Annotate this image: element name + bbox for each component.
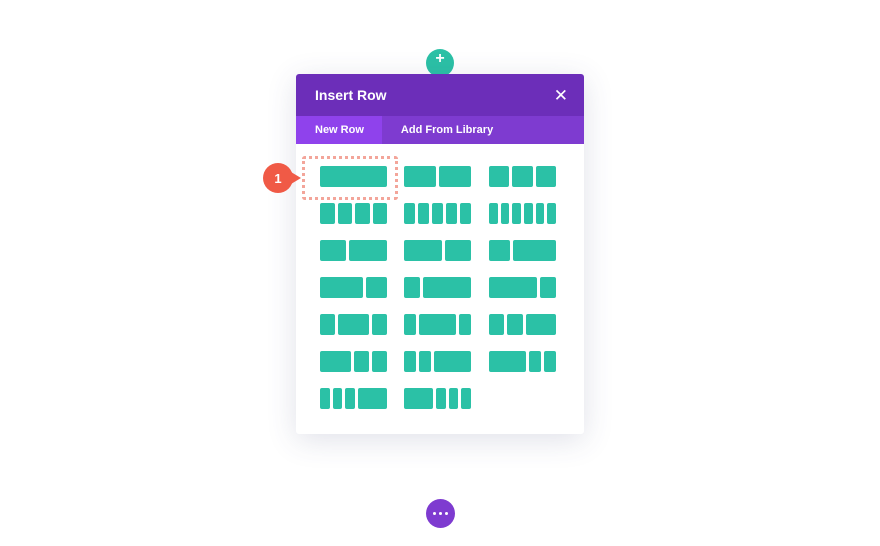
- row-layout-option[interactable]: [320, 351, 387, 372]
- callout-marker: 1: [263, 163, 301, 193]
- layout-column: [355, 203, 370, 224]
- layout-column: [507, 314, 523, 335]
- layout-column: [540, 277, 556, 298]
- layout-column: [418, 203, 429, 224]
- selection-highlight: [302, 156, 398, 200]
- layout-column: [371, 351, 387, 372]
- layout-column: [320, 351, 351, 372]
- layout-column: [439, 166, 471, 187]
- row-layout-option[interactable]: [320, 388, 387, 409]
- layout-column: [535, 203, 545, 224]
- layout-column: [432, 203, 443, 224]
- layout-column: [332, 388, 343, 409]
- row-layout-option[interactable]: [404, 314, 471, 335]
- ellipsis-dot: [445, 512, 448, 515]
- layout-column: [348, 240, 387, 261]
- layout-column: [489, 277, 537, 298]
- layout-column: [404, 351, 417, 372]
- tab-new-row[interactable]: New Row: [296, 116, 382, 144]
- layout-column: [547, 203, 556, 224]
- layout-column: [404, 203, 415, 224]
- layout-column: [461, 388, 471, 409]
- layout-column: [404, 240, 443, 261]
- layout-column: [500, 203, 510, 224]
- layout-column: [404, 388, 433, 409]
- layout-column: [419, 314, 456, 335]
- layout-column: [489, 203, 498, 224]
- row-layout-option[interactable]: [489, 166, 556, 187]
- layout-column: [353, 351, 369, 372]
- layout-column: [357, 388, 387, 409]
- layout-column: [372, 203, 387, 224]
- layout-column: [320, 240, 346, 261]
- layout-column: [489, 166, 510, 187]
- layout-column: [535, 166, 556, 187]
- layout-column: [404, 277, 420, 298]
- row-layout-option[interactable]: [489, 203, 556, 224]
- layout-column: [404, 166, 436, 187]
- layout-column: [528, 351, 541, 372]
- layout-column: [345, 388, 355, 409]
- layout-column: [458, 314, 471, 335]
- layout-column: [320, 314, 336, 335]
- modal-header: Insert Row ✕: [296, 74, 584, 116]
- layout-column: [448, 388, 459, 409]
- layout-column: [365, 277, 387, 298]
- layout-column: [489, 314, 505, 335]
- modal-title: Insert Row: [315, 87, 387, 103]
- layout-column: [543, 351, 556, 372]
- row-layout-option[interactable]: [489, 277, 556, 298]
- row-layout-option[interactable]: [404, 351, 471, 372]
- layout-column: [436, 388, 446, 409]
- layout-column: [404, 314, 417, 335]
- row-layout-option[interactable]: [404, 203, 471, 224]
- layout-column: [434, 351, 471, 372]
- layout-column: [371, 314, 387, 335]
- layout-column: [445, 240, 471, 261]
- row-layout-option[interactable]: [404, 240, 471, 261]
- layout-column: [512, 203, 521, 224]
- modal-tabs: New Row Add From Library: [296, 116, 584, 144]
- layout-column: [320, 203, 335, 224]
- tab-add-from-library[interactable]: Add From Library: [382, 116, 511, 144]
- row-layout-option[interactable]: [404, 277, 471, 298]
- row-layout-option[interactable]: [404, 388, 471, 409]
- layout-column: [446, 203, 457, 224]
- layout-column: [489, 240, 511, 261]
- ellipsis-dot: [439, 512, 442, 515]
- row-layout-option[interactable]: [320, 203, 387, 224]
- callout-number: 1: [274, 170, 282, 186]
- row-layout-option[interactable]: [489, 314, 556, 335]
- layout-column: [423, 277, 471, 298]
- layout-column: [338, 314, 369, 335]
- row-layout-option[interactable]: [404, 166, 471, 187]
- more-options-button[interactable]: [426, 499, 455, 528]
- insert-row-modal: Insert Row ✕ New Row Add From Library: [296, 74, 584, 434]
- layout-column: [512, 166, 533, 187]
- row-layout-option[interactable]: [489, 240, 556, 261]
- plus-icon: +: [435, 50, 445, 67]
- layout-column: [523, 203, 533, 224]
- row-layout-option[interactable]: [320, 314, 387, 335]
- layout-column: [337, 203, 352, 224]
- layout-column: [513, 240, 556, 261]
- add-row-top-button[interactable]: +: [426, 49, 454, 77]
- close-icon[interactable]: ✕: [554, 87, 568, 104]
- row-layout-option[interactable]: [489, 351, 556, 372]
- layout-column: [525, 314, 556, 335]
- row-layout-option[interactable]: [320, 277, 387, 298]
- layout-column: [320, 277, 363, 298]
- layout-column: [460, 203, 471, 224]
- layout-column: [320, 388, 330, 409]
- ellipsis-icon: [433, 512, 436, 515]
- layout-column: [419, 351, 432, 372]
- layout-column: [489, 351, 526, 372]
- row-layout-option[interactable]: [320, 240, 387, 261]
